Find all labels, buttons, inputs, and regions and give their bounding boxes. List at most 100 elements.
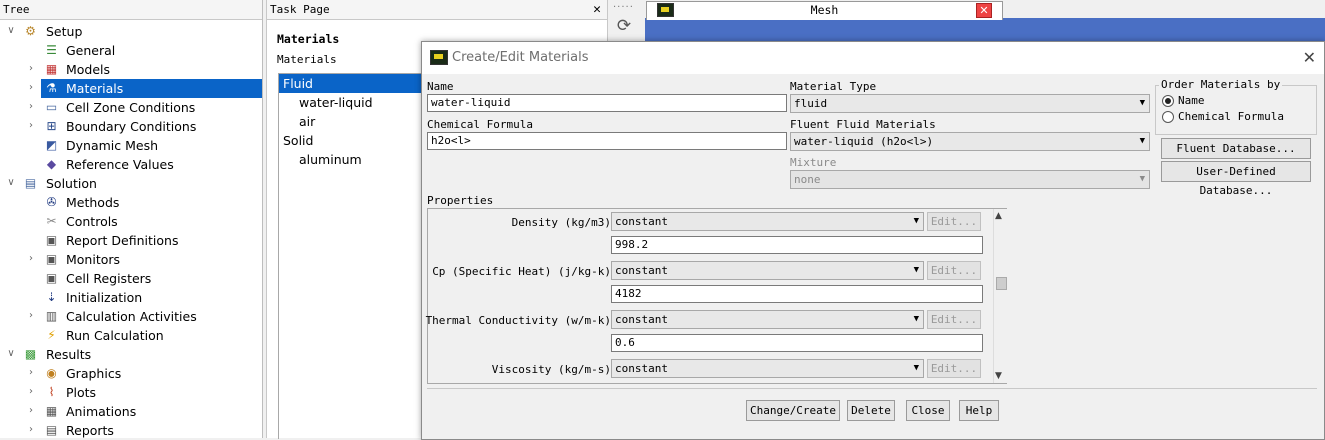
user-defined-database-button[interactable]: User-Defined Database... [1161, 161, 1311, 197]
materials-icon: ⚗ [46, 81, 57, 95]
tree-item-cell-registers[interactable]: ▣ Cell Registers [0, 269, 262, 288]
thermal-conductivity-label: Thermal Conductivity (w/m-k) [425, 314, 611, 327]
tree-item-label: Models [66, 62, 111, 77]
density-value-field[interactable]: 998.2 [611, 236, 983, 254]
toolbar-grip-icon: ····· [613, 2, 634, 13]
tree-item-label: Setup [46, 24, 83, 39]
tree-item-initialization[interactable]: ⇣ Initialization [0, 288, 262, 307]
solution-icon: ▤ [24, 176, 37, 190]
cell-registers-icon: ▣ [45, 271, 58, 285]
mesh-tab[interactable]: Mesh ✕ [646, 1, 1003, 20]
tree-item-reports[interactable]: › ▤ Reports [0, 421, 262, 440]
tree-item-label: Graphics [66, 366, 122, 381]
reports-icon: ▤ [45, 423, 58, 437]
scroll-up-icon[interactable]: ▲ [995, 211, 1002, 221]
name-label: Name [427, 80, 454, 93]
chevron-right-icon[interactable]: › [26, 386, 36, 398]
report-definitions-icon: ▣ [45, 233, 58, 247]
tree-item-monitors[interactable]: › ▣ Monitors [0, 250, 262, 269]
close-button[interactable]: Close [906, 400, 950, 421]
order-materials-label: Order Materials by [1159, 78, 1283, 91]
chevron-down-icon[interactable]: ∨ [6, 348, 16, 360]
tree-item-results[interactable]: ∨ ▩ Results [0, 345, 262, 364]
fluent-fluid-materials-select[interactable]: water-liquid (h2o<l>) ▼ [790, 132, 1150, 151]
chevron-right-icon[interactable]: › [26, 101, 36, 113]
order-by-chemical-formula-label: Chemical Formula [1178, 110, 1284, 123]
delete-button[interactable]: Delete [847, 400, 895, 421]
tree-item-label: General [66, 43, 116, 58]
tree-item-dynamic-mesh[interactable]: ◩ Dynamic Mesh [0, 136, 262, 155]
tree-item-calculation-activities[interactable]: › ▥ Calculation Activities [0, 307, 262, 326]
thermal-conductivity-value-field[interactable]: 0.6 [611, 334, 983, 352]
task-page-header: Task Page ✕ [267, 0, 607, 20]
chevron-down-icon: ▼ [913, 216, 919, 226]
dialog-separator [427, 388, 1317, 389]
tree-item-general[interactable]: ☰ General [0, 41, 262, 60]
task-page-header-label: Task Page [270, 3, 330, 16]
tree-item-plots[interactable]: › ⌇ Plots [0, 383, 262, 402]
scroll-down-icon[interactable]: ▼ [995, 371, 1002, 381]
refresh-icon[interactable]: ⟳ [612, 16, 636, 36]
viscosity-label: Viscosity (kg/m-s) [491, 363, 611, 376]
density-edit-button: Edit... [927, 212, 981, 231]
specific-heat-method-select[interactable]: constant ▼ [611, 261, 924, 280]
mixture-select: none ▼ [790, 170, 1150, 189]
tree-header: Tree [0, 0, 262, 20]
tree-item-models[interactable]: › ▦ Models [0, 60, 262, 79]
chevron-down-icon[interactable]: ∨ [6, 25, 16, 37]
task-page-close-icon[interactable]: ✕ [593, 0, 601, 20]
chevron-down-icon: ▼ [1139, 136, 1145, 146]
tree-item-label: Report Definitions [66, 233, 179, 248]
chevron-right-icon[interactable]: › [26, 120, 36, 132]
tree-item-reference-values[interactable]: ◆ Reference Values [0, 155, 262, 174]
calculation-activities-icon: ▥ [45, 309, 58, 323]
material-type-select[interactable]: fluid ▼ [790, 94, 1150, 113]
chevron-down-icon[interactable]: ∨ [6, 177, 16, 189]
chevron-right-icon[interactable]: › [26, 63, 36, 75]
order-by-name-radio[interactable] [1162, 95, 1174, 107]
chevron-down-icon: ▼ [913, 314, 919, 324]
help-button[interactable]: Help [959, 400, 999, 421]
tree-item-solution[interactable]: ∨ ▤ Solution [0, 174, 262, 193]
mixture-label: Mixture [790, 156, 837, 169]
properties-scrollbar[interactable]: ▲ ▼ [993, 209, 1007, 383]
tree-item-graphics[interactable]: › ◉ Graphics [0, 364, 262, 383]
order-by-chemical-formula-radio[interactable] [1162, 111, 1174, 123]
specific-heat-value-field[interactable]: 4182 [611, 285, 983, 303]
chevron-right-icon[interactable]: › [26, 367, 36, 379]
chevron-right-icon[interactable]: › [26, 405, 36, 417]
fluent-database-button[interactable]: Fluent Database... [1161, 138, 1311, 159]
chemical-formula-field[interactable]: h2o<l> [427, 132, 787, 150]
change-create-button[interactable]: Change/Create [746, 400, 840, 421]
tree-item-controls[interactable]: ✂ Controls [0, 212, 262, 231]
chevron-right-icon[interactable]: › [26, 310, 36, 322]
thermal-conductivity-method-select[interactable]: constant ▼ [611, 310, 924, 329]
mesh-tab-close-icon[interactable]: ✕ [976, 3, 992, 18]
density-method-select[interactable]: constant ▼ [611, 212, 924, 231]
animations-icon: ▦ [45, 404, 58, 418]
properties-label: Properties [427, 194, 494, 207]
tree-item-run-calculation[interactable]: ⚡ Run Calculation [0, 326, 262, 345]
tree-item-setup[interactable]: ∨ ⚙ Setup [0, 22, 262, 41]
reference-values-icon: ◆ [46, 157, 57, 171]
tree-item-materials[interactable]: › ⚗ Materials [0, 79, 262, 98]
chevron-right-icon[interactable]: › [26, 424, 36, 436]
name-field[interactable]: water-liquid [427, 94, 787, 112]
tree-item-cell-zone-conditions[interactable]: › ▭ Cell Zone Conditions [0, 98, 262, 117]
tree-item-animations[interactable]: › ▦ Animations [0, 402, 262, 421]
chevron-down-icon: ▼ [1139, 98, 1145, 108]
viscosity-method-select[interactable]: constant ▼ [611, 359, 924, 378]
dialog-close-icon[interactable]: ✕ [1303, 48, 1316, 67]
scroll-thumb[interactable] [996, 277, 1007, 290]
chevron-down-icon: ▼ [1139, 174, 1145, 184]
chevron-right-icon[interactable]: › [26, 253, 36, 265]
material-type-label: Material Type [790, 80, 877, 93]
specific-heat-label: Cp (Specific Heat) (j/kg-k) [432, 265, 611, 278]
tree-item-boundary-conditions[interactable]: › ⊞ Boundary Conditions [0, 117, 262, 136]
models-icon: ▦ [45, 62, 58, 76]
order-by-name-label: Name [1178, 94, 1205, 107]
tree-item-methods[interactable]: ✇ Methods [0, 193, 262, 212]
chevron-right-icon[interactable]: › [26, 82, 36, 94]
tree-item-report-definitions[interactable]: ▣ Report Definitions [0, 231, 262, 250]
initialization-icon: ⇣ [46, 290, 57, 304]
